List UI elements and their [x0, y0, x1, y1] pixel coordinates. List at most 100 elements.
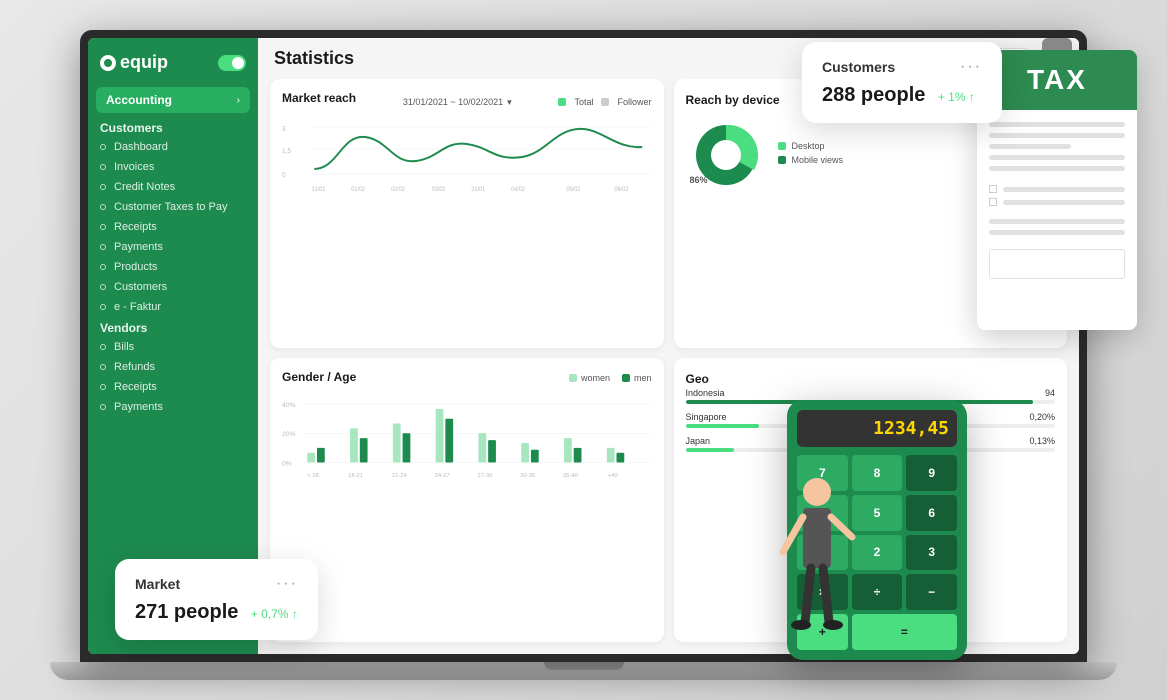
svg-text:40%: 40% — [282, 402, 296, 409]
svg-text:27-30: 27-30 — [477, 473, 493, 479]
svg-text:+40: +40 — [608, 473, 619, 479]
svg-text:18-21: 18-21 — [348, 473, 363, 479]
app-logo: equip — [100, 52, 168, 73]
sidebar-item-receipts[interactable]: Receipts — [88, 217, 258, 237]
clipboard-line-5 — [989, 166, 1125, 171]
vendor-payments-dot-icon — [100, 404, 106, 410]
svg-text:3: 3 — [282, 126, 286, 133]
svg-text:03/02: 03/02 — [432, 187, 446, 193]
receipts-dot-icon — [100, 224, 106, 230]
vendor-receipts-dot-icon — [100, 384, 106, 390]
accounting-button[interactable]: Accounting › — [96, 87, 250, 113]
svg-text:1,5: 1,5 — [282, 148, 291, 155]
efaktur-dot-icon — [100, 304, 106, 310]
sidebar-item-vendor-receipts[interactable]: Receipts — [88, 377, 258, 397]
payments-dot-icon — [100, 244, 106, 250]
market-card-title: Market — [135, 576, 180, 592]
svg-text:05/02: 05/02 — [567, 187, 581, 193]
svg-text:04/02: 04/02 — [511, 187, 525, 193]
customers-group-label: Customers — [88, 117, 258, 137]
customers-card-menu-icon[interactable]: ··· — [960, 58, 982, 76]
date-range: 31/01/2021 ~ 10/02/2021 ▾ — [403, 97, 512, 108]
market-card-menu-icon[interactable]: ··· — [276, 575, 298, 593]
calc-btn-divide: ÷ — [852, 574, 903, 610]
products-dot-icon — [100, 264, 106, 270]
calc-btn-9: 9 — [906, 455, 957, 491]
sidebar-item-customer-taxes[interactable]: Customer Taxes to Pay — [88, 197, 258, 217]
sidebar-item-credit-notes[interactable]: Credit Notes — [88, 177, 258, 197]
invoices-dot-icon — [100, 164, 106, 170]
reach-device-title: Reach by device — [686, 93, 780, 107]
svg-text:30-35: 30-35 — [520, 473, 535, 479]
sidebar-logo: equip — [88, 38, 258, 83]
sidebar-item-efaktur[interactable]: e - Faktur — [88, 297, 258, 317]
dashboard-dot-icon — [100, 144, 106, 150]
clipboard-content — [977, 110, 1137, 330]
svg-text:0: 0 — [282, 172, 286, 179]
market-change: + 0,7% ↑ — [251, 607, 298, 621]
sidebar-item-customers[interactable]: Customers — [88, 277, 258, 297]
tax-label: TAX — [1027, 64, 1087, 96]
sidebar-item-payments[interactable]: Payments — [88, 237, 258, 257]
svg-text:31/01: 31/01 — [312, 187, 326, 193]
customers-card-title: Customers — [822, 59, 895, 75]
geo-title: Geo — [686, 372, 709, 386]
customers-count: 288 people — [822, 84, 925, 106]
svg-text:01/02: 01/02 — [351, 187, 365, 193]
calc-btn-5: 5 — [852, 495, 903, 531]
refunds-dot-icon — [100, 364, 106, 370]
market-count: 271 people — [135, 601, 238, 623]
logo-icon — [100, 55, 116, 71]
clipboard-line-1 — [989, 122, 1125, 127]
clipboard-signature-box — [989, 249, 1125, 279]
clipboard-line-7 — [989, 230, 1125, 235]
market-reach-title: Market reach — [282, 91, 356, 105]
clipboard-line-6 — [989, 219, 1125, 224]
svg-text:31/01: 31/01 — [471, 187, 485, 193]
donut-legend: Desktop Mobile views — [778, 141, 844, 169]
customer-taxes-dot-icon — [100, 204, 106, 210]
person-illustration — [777, 462, 857, 662]
calc-btn-8: 8 — [852, 455, 903, 491]
vendors-group-label: Vendors — [88, 317, 258, 337]
floating-customers-card: Customers ··· 288 people + 1% ↑ — [802, 42, 1002, 123]
bills-dot-icon — [100, 344, 106, 350]
customers-dot-icon — [100, 284, 106, 290]
sidebar-item-bills[interactable]: Bills — [88, 337, 258, 357]
credit-notes-dot-icon — [100, 184, 106, 190]
clipboard-line-3 — [989, 144, 1071, 149]
gender-legend: women men — [569, 373, 652, 383]
donut-chart: 86% — [686, 115, 766, 195]
sidebar-item-invoices[interactable]: Invoices — [88, 157, 258, 177]
calc-btn-equals: = — [852, 614, 957, 650]
calc-btn-minus: − — [906, 574, 957, 610]
calc-btn-2: 2 — [852, 535, 903, 571]
accounting-chevron-icon: › — [237, 95, 240, 106]
laptop-base — [50, 662, 1117, 680]
clipboard-line-4 — [989, 155, 1125, 160]
sidebar-item-vendor-payments[interactable]: Payments — [88, 397, 258, 417]
market-reach-chart: 3 1,5 0 31/01 01/02 02/02 03/02 31/01 — [282, 119, 652, 199]
clipboard-line-2 — [989, 133, 1125, 138]
calculator-display: 1234,45 — [797, 410, 957, 447]
sidebar-item-dashboard[interactable]: Dashboard — [88, 137, 258, 157]
svg-text:35-40: 35-40 — [563, 473, 579, 479]
sidebar-item-refunds[interactable]: Refunds — [88, 357, 258, 377]
calc-btn-6: 6 — [906, 495, 957, 531]
svg-text:0%: 0% — [282, 460, 292, 467]
svg-text:21-24: 21-24 — [392, 473, 408, 479]
gender-age-title: Gender / Age — [282, 370, 356, 384]
donut-percent: 86% — [690, 175, 708, 185]
sidebar-item-products[interactable]: Products — [88, 257, 258, 277]
chart-legend: Total Follower — [558, 97, 651, 107]
svg-text:24-27: 24-27 — [435, 473, 450, 479]
floating-market-card: Market ··· 271 people + 0,7% ↑ — [115, 559, 318, 640]
customers-change: + 1% ↑ — [938, 90, 975, 104]
svg-text:< 18: < 18 — [307, 473, 319, 479]
market-reach-card: Market reach 31/01/2021 ~ 10/02/2021 ▾ T… — [270, 79, 664, 348]
calc-btn-3: 3 — [906, 535, 957, 571]
gender-age-chart: 40% 20% 0% — [282, 398, 652, 493]
svg-text:02/02: 02/02 — [391, 187, 405, 193]
sidebar-toggle[interactable] — [218, 55, 246, 71]
svg-text:06/02: 06/02 — [615, 187, 629, 193]
